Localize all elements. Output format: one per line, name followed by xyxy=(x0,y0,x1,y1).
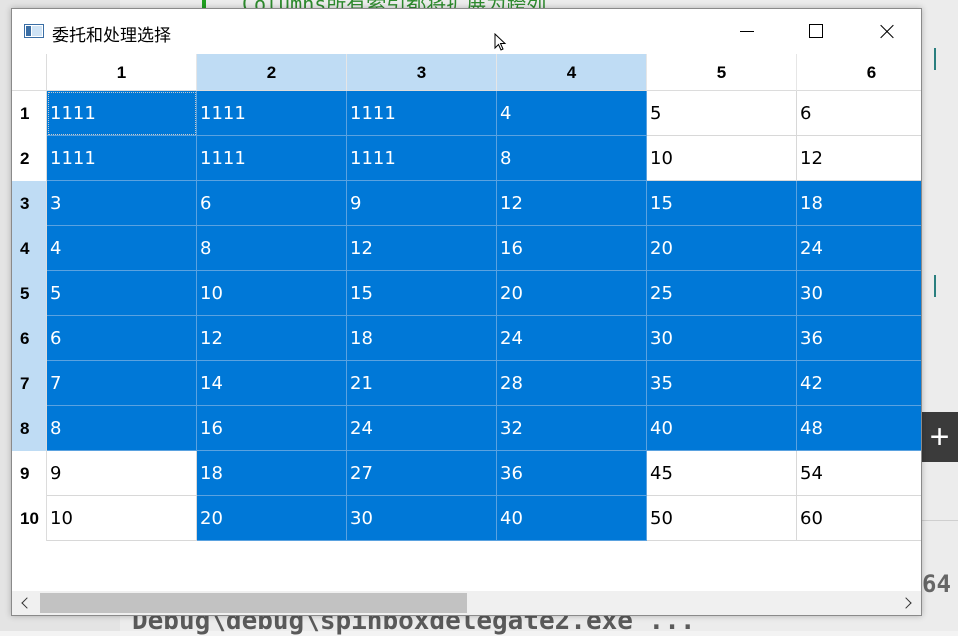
table-cell[interactable]: 4 xyxy=(47,226,197,271)
table-cell[interactable]: 40 xyxy=(497,496,647,541)
table-cell[interactable]: 24 xyxy=(347,406,497,451)
title-bar[interactable]: 委托和处理选择 xyxy=(12,9,921,54)
table-cell[interactable]: 21 xyxy=(347,361,497,406)
row-header[interactable]: 3 xyxy=(12,181,47,226)
window-title: 委托和处理选择 xyxy=(52,26,171,46)
table-cell[interactable]: 28 xyxy=(497,361,647,406)
table-cell[interactable]: 60 xyxy=(797,496,921,541)
table-cell[interactable]: 7 xyxy=(47,361,197,406)
row-header[interactable]: 4 xyxy=(12,226,47,271)
table-cell[interactable]: 1111 xyxy=(47,136,197,181)
table-cell[interactable]: 1111 xyxy=(347,91,497,136)
table-cell[interactable]: 45 xyxy=(647,451,797,496)
table-corner-button[interactable] xyxy=(12,54,47,91)
close-button[interactable] xyxy=(851,9,921,54)
table-cell[interactable]: 12 xyxy=(197,316,347,361)
table-view[interactable]: 1 2 3 4 5 6 1 2 3 4 5 6 7 8 9 10 1111 1111 1111 4 5 6 1111 1111… xyxy=(12,54,921,591)
table-cell[interactable]: 10 xyxy=(197,271,347,316)
table-cell[interactable]: 10 xyxy=(47,496,197,541)
table-cell[interactable]: 6 xyxy=(797,91,921,136)
table-cell[interactable]: 12 xyxy=(347,226,497,271)
table-cell[interactable]: 36 xyxy=(797,316,921,361)
column-header[interactable]: 4 xyxy=(497,54,647,91)
table-cell[interactable]: 24 xyxy=(797,226,921,271)
table-cell[interactable]: 1111 xyxy=(47,91,197,136)
column-header[interactable]: 5 xyxy=(647,54,797,91)
table-cell[interactable]: 8 xyxy=(47,406,197,451)
column-header[interactable]: 1 xyxy=(47,54,197,91)
table-cell[interactable]: 20 xyxy=(647,226,797,271)
table-cell[interactable]: 18 xyxy=(197,451,347,496)
column-header[interactable]: 2 xyxy=(197,54,347,91)
table-cell[interactable]: 35 xyxy=(647,361,797,406)
table-cell[interactable]: 14 xyxy=(197,361,347,406)
table-cell[interactable]: 1111 xyxy=(347,136,497,181)
column-header[interactable]: 6 xyxy=(797,54,921,91)
table-cell[interactable]: 15 xyxy=(347,271,497,316)
table-cell[interactable]: 42 xyxy=(797,361,921,406)
table-cell[interactable]: 6 xyxy=(197,181,347,226)
table-cell[interactable]: 54 xyxy=(797,451,921,496)
table-cell[interactable]: 50 xyxy=(647,496,797,541)
table-cell[interactable]: 40 xyxy=(647,406,797,451)
table-cell[interactable]: 9 xyxy=(347,181,497,226)
row-header[interactable]: 8 xyxy=(12,406,47,451)
background-marker xyxy=(934,48,936,70)
table-cell[interactable]: 16 xyxy=(197,406,347,451)
table-cell[interactable]: 1111 xyxy=(197,136,347,181)
table-cell[interactable]: 24 xyxy=(497,316,647,361)
table-cell[interactable]: 20 xyxy=(497,271,647,316)
table-cell[interactable]: 36 xyxy=(497,451,647,496)
table-cell[interactable]: 30 xyxy=(797,271,921,316)
maximize-button[interactable] xyxy=(781,9,851,54)
row-header[interactable]: 10 xyxy=(12,496,47,541)
table-cell[interactable]: 8 xyxy=(197,226,347,271)
table-cell[interactable]: 48 xyxy=(797,406,921,451)
table-cell[interactable]: 18 xyxy=(347,316,497,361)
table-cell[interactable]: 5 xyxy=(647,91,797,136)
app-icon xyxy=(24,24,44,38)
table-cell[interactable]: 27 xyxy=(347,451,497,496)
scrollbar-thumb[interactable] xyxy=(40,593,467,613)
row-header[interactable]: 2 xyxy=(12,136,47,181)
row-header[interactable]: 5 xyxy=(12,271,47,316)
background-plus-button[interactable]: + xyxy=(921,412,958,462)
table-cell[interactable]: 18 xyxy=(797,181,921,226)
table-cell[interactable]: 10 xyxy=(647,136,797,181)
table-cell[interactable]: 16 xyxy=(497,226,647,271)
table-cell[interactable]: 9 xyxy=(47,451,197,496)
table-cell[interactable]: 12 xyxy=(497,181,647,226)
table-cell[interactable]: 5 xyxy=(47,271,197,316)
background-divider xyxy=(920,520,958,521)
table-cell[interactable]: 6 xyxy=(47,316,197,361)
row-header[interactable]: 1 xyxy=(12,91,47,136)
table-cell[interactable]: 8 xyxy=(497,136,647,181)
scroll-right-arrow-icon[interactable] xyxy=(895,591,921,615)
table-cell[interactable]: 25 xyxy=(647,271,797,316)
table-cell[interactable]: 3 xyxy=(47,181,197,226)
table-cell[interactable]: 12 xyxy=(797,136,921,181)
column-header[interactable]: 3 xyxy=(347,54,497,91)
row-header[interactable]: 7 xyxy=(12,361,47,406)
horizontal-scrollbar[interactable] xyxy=(12,591,921,615)
table-cell[interactable]: 20 xyxy=(197,496,347,541)
table-cell[interactable]: 32 xyxy=(497,406,647,451)
table-cell[interactable]: 15 xyxy=(647,181,797,226)
table-cell[interactable]: 30 xyxy=(347,496,497,541)
background-marker xyxy=(934,275,936,297)
table-cell[interactable]: 30 xyxy=(647,316,797,361)
background-text-fragment: 64 xyxy=(922,570,951,598)
app-window: 委托和处理选择 1 2 3 4 5 6 1 2 3 4 5 6 7 8 9 10 1111 1111 1111 4 5 6… xyxy=(11,8,922,616)
minimize-button[interactable] xyxy=(711,9,781,54)
row-header[interactable]: 9 xyxy=(12,451,47,496)
table-cell[interactable]: 1111 xyxy=(197,91,347,136)
row-header[interactable]: 6 xyxy=(12,316,47,361)
table-cell[interactable]: 4 xyxy=(497,91,647,136)
scroll-left-arrow-icon[interactable] xyxy=(12,591,38,615)
